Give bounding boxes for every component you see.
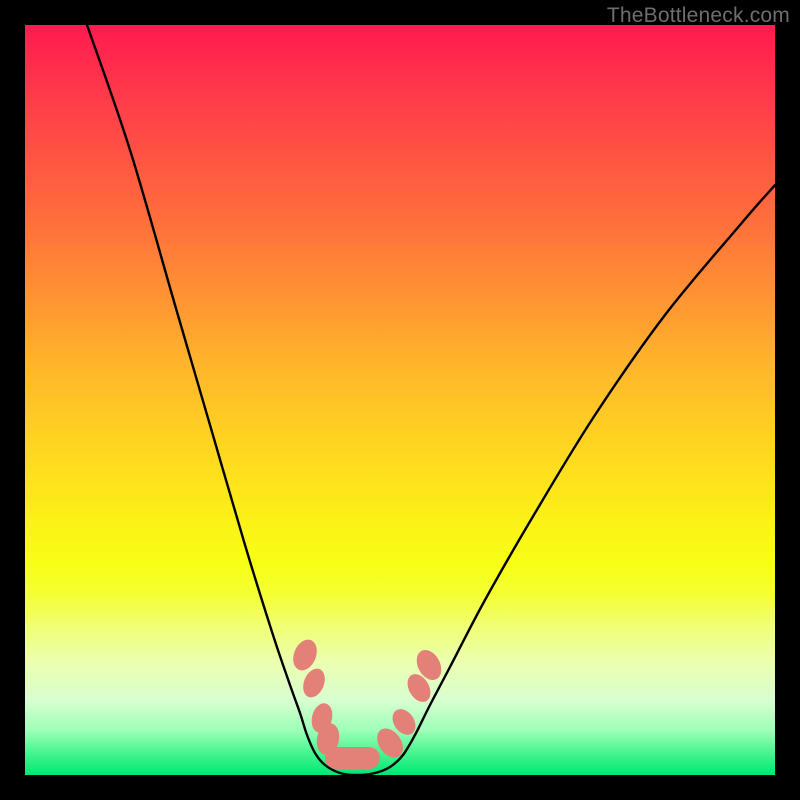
chart-svg xyxy=(25,25,775,775)
chart-frame: TheBottleneck.com xyxy=(0,0,800,800)
watermark-text: TheBottleneck.com xyxy=(607,4,790,28)
data-marker xyxy=(299,665,329,700)
chart-plot-area xyxy=(25,25,775,775)
data-marker xyxy=(325,747,380,769)
data-marker xyxy=(289,636,321,674)
